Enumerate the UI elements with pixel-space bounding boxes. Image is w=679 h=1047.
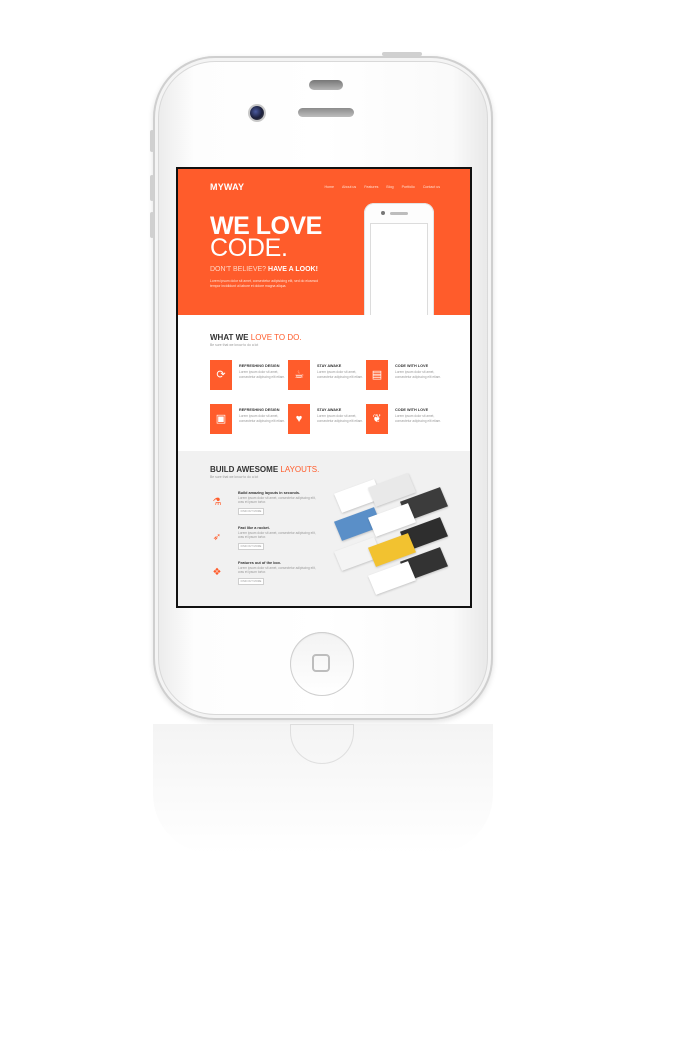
- flask-icon: ⚗: [212, 496, 222, 508]
- feature-title: STAY AWAKE: [317, 408, 342, 412]
- build-item: ❖ Features out of the box. Lorem ipsum d…: [210, 561, 320, 591]
- feature-title: STAY AWAKE: [317, 364, 342, 368]
- volume-up-button: [150, 175, 154, 201]
- build-item-text: Lorem ipsum dolor sit amet, consectetur …: [238, 566, 316, 575]
- build-item-text: Lorem ipsum dolor sit amet, consectetur …: [238, 496, 316, 505]
- proximity-sensor: [309, 80, 343, 90]
- front-camera-icon: [250, 106, 264, 120]
- mute-switch: [150, 130, 154, 152]
- leaf-icon: ❦: [366, 404, 388, 434]
- hero-tagline-link[interactable]: HAVE A LOOK!: [268, 266, 318, 273]
- phone-reflection: [153, 724, 493, 854]
- hero-section: MYWAY Home About us Features Blog Portfo…: [178, 169, 470, 321]
- nav-portfolio[interactable]: Portfolio: [402, 185, 415, 189]
- home-square-icon: [312, 654, 330, 672]
- home-button[interactable]: [290, 632, 354, 696]
- feature-title: CODE WITH LOVE: [395, 408, 429, 412]
- hero-tagline-light: DON'T BELIEVE?: [210, 266, 267, 273]
- nav-features[interactable]: Features: [364, 185, 378, 189]
- build-title-bold: BUILD AWESOME: [210, 465, 279, 474]
- document-icon: ▤: [366, 360, 388, 390]
- layouts-isometric-image: [326, 473, 449, 595]
- earpiece-speaker: [298, 108, 354, 117]
- feature-text: Lorem ipsum dolor sit amet, consectetur …: [395, 370, 442, 379]
- feature-card[interactable]: ☕ STAY AWAKE Lorem ipsum dolor sit amet,…: [288, 360, 378, 390]
- what-section-title: WHAT WE LOVE TO DO.: [210, 333, 302, 342]
- nav-blog[interactable]: Blog: [386, 185, 393, 189]
- feature-card[interactable]: ♥ STAY AWAKE Lorem ipsum dolor sit amet,…: [288, 404, 378, 434]
- build-title-light: LAYOUTS.: [280, 465, 320, 474]
- main-nav: Home About us Features Blog Portfolio Co…: [324, 185, 440, 189]
- what-title-light: LOVE TO DO.: [250, 333, 302, 342]
- build-item-title: Fast like a rocket.: [238, 526, 270, 530]
- feature-card[interactable]: ⟳ REFRESHING DESIGN Lorem ipsum dolor si…: [210, 360, 300, 390]
- power-button: [382, 52, 422, 56]
- heart-icon: ♥: [288, 404, 310, 434]
- mini-phone-camera: [381, 211, 385, 215]
- build-item-text: Lorem ipsum dolor sit amet, consectetur …: [238, 531, 316, 540]
- feature-title: CODE WITH LOVE: [395, 364, 429, 368]
- mini-phone-speaker: [390, 212, 408, 215]
- phone-screen: MYWAY Home About us Features Blog Portfo…: [176, 167, 472, 608]
- feature-text: Lorem ipsum dolor sit amet, consectetur …: [395, 414, 442, 423]
- feature-text: Lorem ipsum dolor sit amet, consectetur …: [317, 414, 364, 423]
- build-item-title: Features out of the box.: [238, 561, 282, 565]
- hero-tagline: DON'T BELIEVE? HAVE A LOOK!: [210, 266, 318, 273]
- volume-down-button: [150, 212, 154, 238]
- nav-home[interactable]: Home: [324, 185, 334, 189]
- find-out-more-button[interactable]: FIND OUT MORE: [238, 508, 264, 515]
- site-logo[interactable]: MYWAY: [210, 182, 244, 192]
- dropbox-icon: ❖: [212, 566, 222, 578]
- hero-phone-image: [364, 203, 434, 321]
- feature-title: REFRESHING DESIGN: [239, 364, 280, 368]
- build-section-subtitle: Be sure that we know to do a lot: [210, 475, 259, 479]
- feature-card[interactable]: ▤ CODE WITH LOVE Lorem ipsum dolor sit a…: [366, 360, 456, 390]
- feature-card[interactable]: ▣ REFRESHING DESIGN Lorem ipsum dolor si…: [210, 404, 300, 434]
- build-item: ➶ Fast like a rocket. Lorem ipsum dolor …: [210, 526, 320, 556]
- feature-text: Lorem ipsum dolor sit amet, consectetur …: [239, 370, 286, 379]
- feature-card[interactable]: ❦ CODE WITH LOVE Lorem ipsum dolor sit a…: [366, 404, 456, 434]
- floppy-disk-icon: ▣: [210, 404, 232, 434]
- website-viewport: MYWAY Home About us Features Blog Portfo…: [178, 169, 470, 606]
- feature-text: Lorem ipsum dolor sit amet, consectetur …: [317, 370, 364, 379]
- build-item-title: Build amazing layouts in seconds.: [238, 491, 301, 495]
- rocket-icon: ➶: [212, 531, 222, 543]
- find-out-more-button[interactable]: FIND OUT MORE: [238, 543, 264, 550]
- hero-body-text: Lorem ipsum dolor sit amet, consectetur …: [210, 279, 319, 288]
- home-button-reflection: [290, 724, 354, 764]
- nav-contact-us[interactable]: Contact us: [423, 185, 440, 189]
- feature-text: Lorem ipsum dolor sit amet, consectetur …: [239, 414, 286, 423]
- find-out-more-button[interactable]: FIND OUT MORE: [238, 578, 264, 585]
- build-layouts-section: BUILD AWESOME LAYOUTS. Be sure that we k…: [178, 451, 470, 606]
- coffee-cup-icon: ☕: [288, 360, 310, 390]
- feature-title: REFRESHING DESIGN: [239, 408, 280, 412]
- what-title-bold: WHAT WE: [210, 333, 249, 342]
- build-item: ⚗ Build amazing layouts in seconds. Lore…: [210, 491, 320, 521]
- what-section-subtitle: Be sure that we know to do a lot: [210, 343, 259, 347]
- what-we-do-section: WHAT WE LOVE TO DO. Be sure that we know…: [178, 315, 470, 451]
- mini-phone-screen: [370, 223, 428, 321]
- hero-heading-line2: CODE.: [210, 234, 288, 262]
- nav-about-us[interactable]: About us: [342, 185, 356, 189]
- refresh-icon: ⟳: [210, 360, 232, 390]
- build-section-title: BUILD AWESOME LAYOUTS.: [210, 465, 319, 474]
